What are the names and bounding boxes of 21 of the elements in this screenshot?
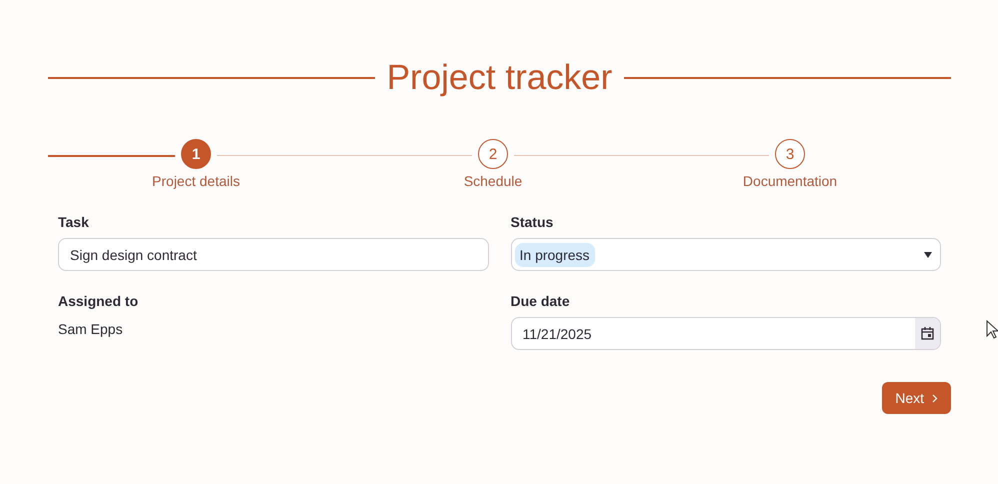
step-number[interactable]: 1 (181, 139, 211, 169)
step-label[interactable]: Schedule (464, 173, 522, 189)
dropdown-caret-icon (924, 252, 932, 258)
calendar-icon (921, 327, 934, 340)
chevron-right-icon (932, 394, 938, 402)
step-label[interactable]: Project details (152, 173, 240, 189)
status-dropdown[interactable]: In progress (510, 238, 941, 271)
field-label: Due date (510, 293, 570, 309)
step-number[interactable]: 2 (478, 139, 508, 169)
field-label: Status (510, 214, 554, 230)
next-button[interactable]: Next (882, 382, 951, 414)
status-tag: In progress (514, 242, 595, 266)
field-label: Task (58, 214, 89, 230)
assignee-name: Sam Epps (58, 321, 123, 337)
calendar-button[interactable] (915, 318, 940, 349)
page-title: Project tracker (386, 58, 612, 98)
step-number[interactable]: 3 (775, 139, 805, 169)
step-label[interactable]: Documentation (742, 173, 838, 189)
date-field[interactable]: 11/21/2025 (510, 317, 941, 350)
field-label: Assigned to (58, 293, 138, 309)
task-field[interactable]: Sign design contract (58, 238, 488, 271)
